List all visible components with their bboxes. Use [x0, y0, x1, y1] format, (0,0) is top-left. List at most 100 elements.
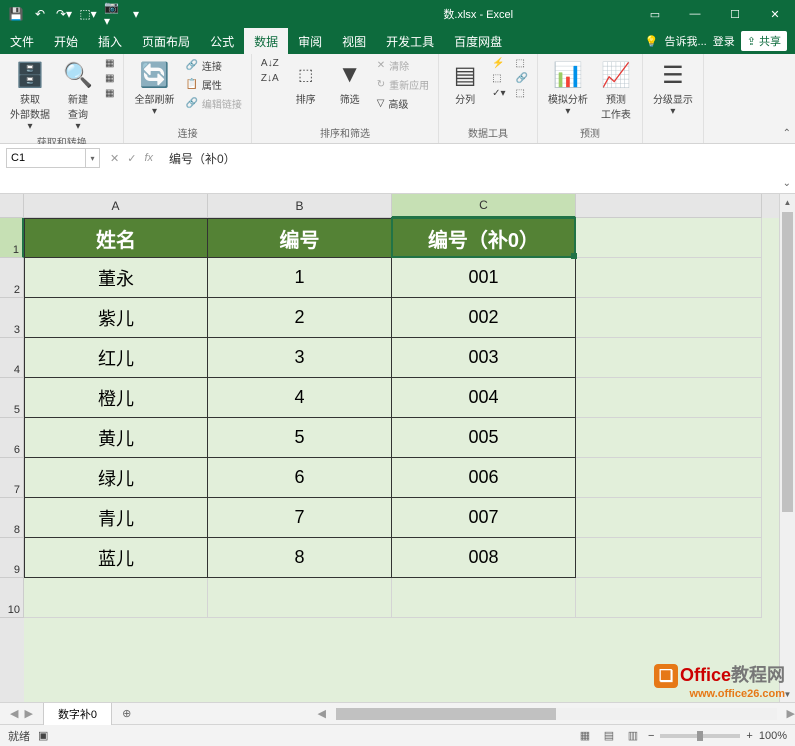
data-cell[interactable]: 黄儿 [24, 418, 208, 458]
consolidate-button[interactable]: ⬚ [512, 57, 530, 70]
qat-camera-icon[interactable]: 📷▾ [104, 6, 120, 22]
empty-cell[interactable] [208, 578, 392, 618]
data-cell[interactable]: 004 [392, 378, 576, 418]
menu-insert[interactable]: 插入 [88, 28, 132, 54]
get-external-data-button[interactable]: 🗄️ 获取 外部数据▾ [6, 57, 54, 134]
refresh-all-button[interactable]: 🔄 全部刷新▾ [130, 57, 178, 119]
forecast-button[interactable]: 📈 预测 工作表 [596, 57, 636, 123]
row-header-6[interactable]: 6 [0, 418, 24, 458]
name-box-dropdown[interactable]: ▾ [86, 148, 100, 168]
data-cell[interactable]: 紫儿 [24, 298, 208, 338]
menu-baidu[interactable]: 百度网盘 [444, 28, 512, 54]
header-cell-b[interactable]: 编号 [208, 218, 392, 258]
recent-sources-button[interactable]: ▦ [102, 87, 117, 100]
empty-cell[interactable] [576, 218, 762, 258]
menu-file[interactable]: 文件 [0, 28, 44, 54]
formula-input[interactable] [163, 148, 795, 168]
empty-cell[interactable] [576, 338, 762, 378]
sort-desc-button[interactable]: Z↓A [258, 72, 282, 85]
filter-button[interactable]: ▼ 筛选 [330, 57, 370, 108]
data-model-button[interactable]: ⬚ [512, 87, 530, 100]
vertical-scrollbar[interactable]: ▲ ▼ [779, 194, 795, 702]
menu-layout[interactable]: 页面布局 [132, 28, 200, 54]
menu-review[interactable]: 审阅 [288, 28, 332, 54]
menu-dev[interactable]: 开发工具 [376, 28, 444, 54]
data-cell[interactable]: 橙儿 [24, 378, 208, 418]
header-cell-a[interactable]: 姓名 [24, 218, 208, 258]
ribbon-options-button[interactable]: ▭ [635, 0, 675, 28]
collapse-ribbon-button[interactable]: ⌃ [783, 128, 791, 139]
tell-me-input[interactable]: 告诉我... [665, 33, 707, 49]
empty-cell[interactable] [24, 578, 208, 618]
empty-cell[interactable] [392, 578, 576, 618]
column-header-c[interactable]: C [392, 194, 576, 218]
row-header-1[interactable]: 1 [0, 218, 24, 258]
data-cell[interactable]: 2 [208, 298, 392, 338]
data-cell[interactable]: 5 [208, 418, 392, 458]
tell-me-icon[interactable]: 💡 [645, 35, 659, 48]
row-header-10[interactable]: 10 [0, 578, 24, 618]
row-header-5[interactable]: 5 [0, 378, 24, 418]
hscroll-left-button[interactable]: ◀ [318, 707, 326, 720]
data-cell[interactable]: 青儿 [24, 498, 208, 538]
relationships-button[interactable]: 🔗 [512, 72, 530, 85]
normal-view-button[interactable]: ▦ [576, 728, 594, 744]
header-cell-c[interactable]: 编号（补0） [392, 218, 576, 258]
empty-cell[interactable] [576, 418, 762, 458]
row-header-7[interactable]: 7 [0, 458, 24, 498]
hscroll-thumb[interactable] [336, 708, 556, 720]
qat-redo-icon[interactable]: ↷▾ [56, 6, 72, 22]
row-header-9[interactable]: 9 [0, 538, 24, 578]
select-all-button[interactable] [0, 194, 24, 218]
from-table-button[interactable]: ▦ [102, 72, 117, 85]
empty-cell[interactable] [576, 578, 762, 618]
data-cell[interactable]: 7 [208, 498, 392, 538]
scroll-up-button[interactable]: ▲ [780, 194, 795, 210]
data-cell[interactable]: 007 [392, 498, 576, 538]
login-link[interactable]: 登录 [713, 33, 735, 49]
share-button[interactable]: ⇪ 共享 [741, 31, 787, 51]
edit-links-button[interactable]: 🔗编辑链接 [182, 95, 244, 112]
menu-home[interactable]: 开始 [44, 28, 88, 54]
text-to-columns-button[interactable]: ▤ 分列 [445, 57, 485, 108]
tab-nav-next[interactable]: ▶ [24, 707, 32, 720]
data-cell[interactable]: 005 [392, 418, 576, 458]
zoom-in-button[interactable]: + [746, 730, 752, 742]
sort-asc-button[interactable]: A↓Z [258, 57, 282, 70]
page-break-button[interactable]: ▥ [624, 728, 642, 744]
connections-button[interactable]: 🔗连接 [182, 57, 244, 74]
empty-cell[interactable] [576, 378, 762, 418]
show-queries-button[interactable]: ▦ [102, 57, 117, 70]
maximize-button[interactable]: ☐ [715, 0, 755, 28]
new-query-button[interactable]: 🔍 新建 查询▾ [58, 57, 98, 134]
macro-record-icon[interactable]: ▣ [38, 729, 48, 742]
fx-button[interactable]: fx [144, 152, 153, 164]
menu-data[interactable]: 数据 [244, 28, 288, 54]
data-cell[interactable]: 6 [208, 458, 392, 498]
empty-cell[interactable] [576, 258, 762, 298]
empty-cell[interactable] [576, 498, 762, 538]
qat-save-icon[interactable]: 💾 [8, 6, 24, 22]
data-cell[interactable]: 006 [392, 458, 576, 498]
qat-customize-icon[interactable]: ▾ [128, 6, 144, 22]
qat-touch-icon[interactable]: ⬚▾ [80, 6, 96, 22]
sort-button[interactable]: ⬚ 排序 [286, 57, 326, 108]
row-header-4[interactable]: 4 [0, 338, 24, 378]
data-cell[interactable]: 3 [208, 338, 392, 378]
name-box[interactable]: C1 [6, 148, 86, 168]
reapply-button[interactable]: ↻重新应用 [374, 76, 432, 93]
menu-formula[interactable]: 公式 [200, 28, 244, 54]
data-cell[interactable]: 红儿 [24, 338, 208, 378]
hscroll-right-button[interactable]: ▶ [787, 707, 795, 720]
expand-formula-bar-button[interactable]: ⌄ [783, 178, 791, 189]
advanced-filter-button[interactable]: ▽高级 [374, 95, 432, 112]
data-cell[interactable]: 003 [392, 338, 576, 378]
empty-cell[interactable] [576, 298, 762, 338]
close-button[interactable]: ✕ [755, 0, 795, 28]
outline-button[interactable]: ☰ 分级显示▾ [649, 57, 697, 119]
empty-cell[interactable] [576, 538, 762, 578]
data-cell[interactable]: 蓝儿 [24, 538, 208, 578]
row-header-3[interactable]: 3 [0, 298, 24, 338]
zoom-slider[interactable] [660, 734, 740, 738]
zoom-out-button[interactable]: − [648, 730, 654, 742]
